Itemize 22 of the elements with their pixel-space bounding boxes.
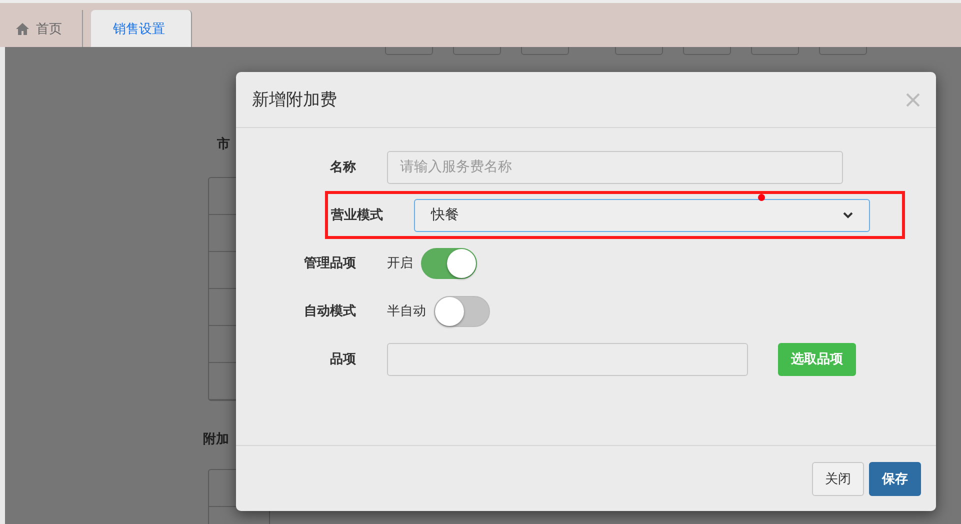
field-label: 名称 <box>328 159 357 176</box>
field-label: 管理品项 <box>303 255 357 272</box>
tab[interactable]: 销售设置 <box>91 10 192 47</box>
section-label: 市 <box>217 136 230 153</box>
dialog-title: 新增附加费 <box>252 89 337 111</box>
chevron-down-icon <box>843 212 853 218</box>
switch-state-label: 开启 <box>387 255 413 272</box>
field-label: 营业模式 <box>330 207 383 224</box>
close-button[interactable]: 关闭 <box>812 462 864 496</box>
name-field[interactable]: 请输入服务费名称 <box>387 150 843 184</box>
field-label: 自动模式 <box>303 303 357 320</box>
marker-dot <box>758 194 765 201</box>
mode-select[interactable]: 快餐 <box>414 198 870 232</box>
section-label: 附加 <box>203 431 229 448</box>
items-field[interactable] <box>387 342 748 376</box>
switch-state-label: 半自动 <box>387 303 426 320</box>
toggle-switch[interactable] <box>434 296 490 326</box>
close-icon[interactable] <box>906 92 920 106</box>
save-button[interactable]: 保存 <box>869 462 921 496</box>
field-label: 品项 <box>329 351 357 368</box>
home-icon <box>16 22 29 34</box>
toggle-switch[interactable] <box>421 248 477 278</box>
